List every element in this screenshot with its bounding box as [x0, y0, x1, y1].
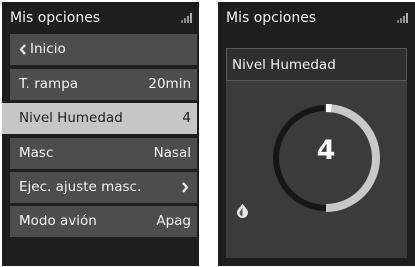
chevron-left-icon [19, 44, 26, 55]
back-menu-item[interactable]: Inicio [10, 34, 197, 65]
humidity-panel: Nivel Humedad 4 [226, 48, 407, 258]
humidity-gauge[interactable]: 4 [266, 98, 386, 218]
screen-title: Mis opciones [10, 10, 101, 26]
panel-title-bar: Nivel Humedad [226, 48, 407, 81]
screen-header: Mis opciones [2, 2, 199, 32]
menu-item-mask[interactable]: Masc Nasal [10, 138, 197, 169]
water-drop-icon [237, 203, 248, 218]
mask-fit-label: Ejec. ajuste masc. [19, 179, 142, 195]
menu-screen: Mis opciones Inicio T. rampa 20min Nivel… [2, 2, 199, 266]
screen-title: Mis opciones [226, 10, 317, 26]
back-label: Inicio [30, 41, 66, 57]
screen-header: Mis opciones [218, 2, 415, 32]
humidity-setting-screen: Mis opciones Nivel Humedad 4 [218, 2, 415, 266]
airplane-mode-value: Apag [156, 213, 191, 229]
chevron-right-icon [182, 182, 189, 193]
ramp-time-label: T. rampa [19, 76, 79, 92]
menu-item-airplane-mode[interactable]: Modo avión Apag [10, 206, 197, 237]
gauge-value: 4 [316, 135, 336, 166]
panel-title: Nivel Humedad [232, 57, 336, 73]
menu-item-humidity-level[interactable]: Nivel Humedad 4 [2, 103, 197, 134]
ramp-time-value: 20min [148, 76, 191, 92]
signal-bars-icon [397, 13, 408, 23]
mask-label: Masc [19, 145, 54, 161]
menu-item-ramp-time[interactable]: T. rampa 20min [10, 69, 197, 100]
menu-item-mask-fit[interactable]: Ejec. ajuste masc. [10, 172, 197, 203]
humidity-level-value: 4 [182, 110, 191, 126]
mask-value: Nasal [153, 145, 191, 161]
signal-bars-icon [181, 13, 192, 23]
airplane-mode-label: Modo avión [19, 213, 97, 229]
humidity-level-label: Nivel Humedad [19, 110, 123, 126]
